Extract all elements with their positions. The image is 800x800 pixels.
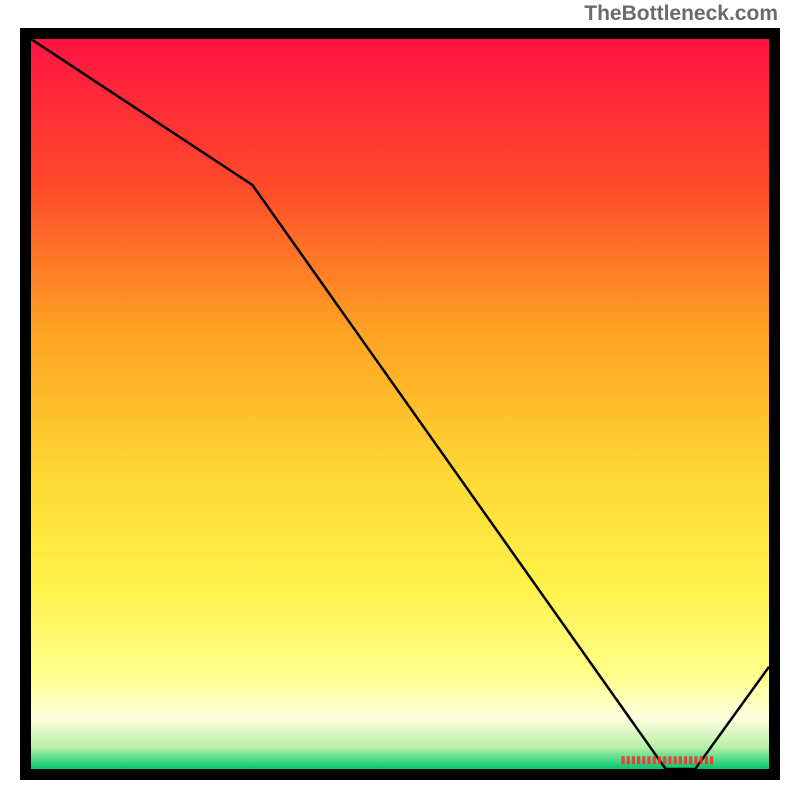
attribution-label: TheBottleneck.com xyxy=(584,2,778,26)
chart-container: TheBottleneck.com xyxy=(0,0,800,800)
bottleneck-chart xyxy=(0,0,800,800)
heat-gradient-bg xyxy=(31,39,769,769)
